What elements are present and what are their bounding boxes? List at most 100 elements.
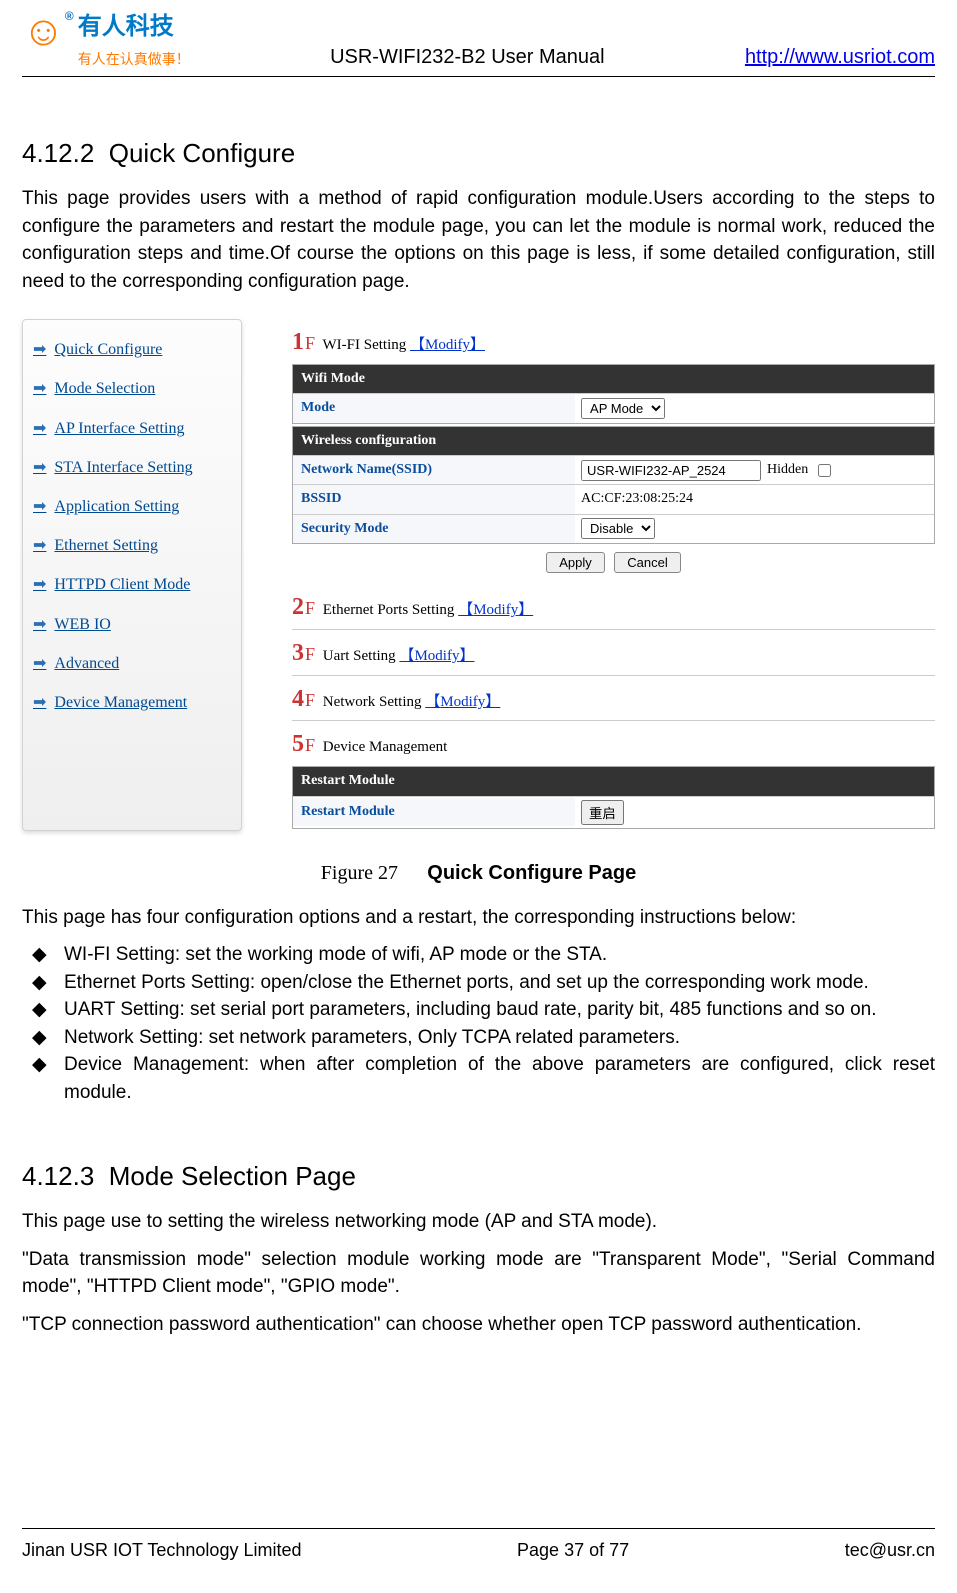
- step-title: Uart Setting: [323, 648, 396, 664]
- nav-label: Application Setting: [54, 495, 179, 518]
- block-title: Wireless configuration: [293, 427, 934, 455]
- footer-email: tec@usr.cn: [845, 1537, 935, 1563]
- bssid-value: AC:CF:23:08:25:24: [575, 486, 934, 512]
- step-title: Device Management: [323, 739, 448, 755]
- arrow-right-icon: ➡: [33, 377, 46, 400]
- step-number: 4: [292, 686, 304, 712]
- screenshot-quick-configure: ➡ Quick Configure ➡ Mode Selection ➡ AP Int…: [22, 319, 935, 830]
- bullet-list: WI-FI Setting: set the working mode of w…: [22, 941, 935, 1106]
- paragraph: "TCP connection password authentication"…: [22, 1311, 935, 1339]
- arrow-right-icon: ➡: [33, 613, 46, 636]
- section-number: 4.12.3: [22, 1161, 94, 1191]
- modify-link[interactable]: Modify: [458, 602, 533, 618]
- list-item: Network Setting: set network parameters,…: [22, 1024, 935, 1052]
- nav-label: Ethernet Setting: [54, 534, 158, 557]
- figure-label: Figure 27: [321, 862, 398, 884]
- list-item: Device Management: when after completion…: [22, 1051, 935, 1106]
- doc-title: USR-WIFI232-B2 User Manual: [190, 43, 745, 72]
- cancel-button[interactable]: Cancel: [614, 552, 680, 573]
- wifi-mode-block: Wifi Mode Mode AP Mode: [292, 364, 935, 424]
- webui-main: 1F WI-FI Setting Modify Wifi Mode Mode A…: [292, 319, 935, 830]
- section-heading-quick-configure: 4.12.2 Quick Configure: [22, 135, 935, 173]
- footer-company: Jinan USR IOT Technology Limited: [22, 1537, 301, 1563]
- nav-item-mode-selection[interactable]: ➡ Mode Selection: [31, 369, 233, 408]
- paragraph: This page provides users with a method o…: [22, 185, 935, 295]
- logo: ☺® 有人科技 有人在认真做事！: [22, 10, 190, 72]
- ssid-label: Network Name(SSID): [293, 456, 575, 484]
- nav-label: HTTPD Client Mode: [54, 573, 190, 596]
- figure-title: Quick Configure Page: [427, 862, 636, 884]
- logo-text-cn: 有人科技: [78, 13, 174, 40]
- logo-icon: ☺®: [22, 10, 74, 52]
- arrow-right-icon: ➡: [33, 456, 46, 479]
- block-title: Restart Module: [293, 767, 934, 795]
- step-number: 1: [292, 329, 304, 355]
- apply-cancel-row: Apply Cancel: [292, 546, 935, 584]
- section-title: Mode Selection Page: [109, 1161, 356, 1191]
- page-footer: Jinan USR IOT Technology Limited Page 37…: [22, 1528, 935, 1563]
- modify-link[interactable]: Modify: [410, 337, 485, 353]
- step5-header: 5F Device Management: [292, 727, 935, 762]
- bssid-label: BSSID: [293, 485, 575, 513]
- step-number: 5: [292, 731, 304, 757]
- nav-item-advanced[interactable]: ➡ Advanced: [31, 644, 233, 683]
- nav-item-application[interactable]: ➡ Application Setting: [31, 487, 233, 526]
- nav-item-sta-interface[interactable]: ➡ STA Interface Setting: [31, 448, 233, 487]
- hidden-label: Hidden: [767, 460, 808, 480]
- security-label: Security Mode: [293, 515, 575, 543]
- arrow-right-icon: ➡: [33, 534, 46, 557]
- arrow-right-icon: ➡: [33, 691, 46, 714]
- step-title: Ethernet Ports Setting: [323, 602, 455, 618]
- arrow-right-icon: ➡: [33, 573, 46, 596]
- block-title: Wifi Mode: [293, 365, 934, 393]
- step-title: Network Setting: [323, 694, 422, 710]
- nav-label: Advanced: [54, 652, 119, 675]
- arrow-right-icon: ➡: [33, 417, 46, 440]
- restart-button[interactable]: 重启: [581, 800, 624, 825]
- nav-item-web-io[interactable]: ➡WEB IO: [31, 605, 233, 644]
- list-item: WI-FI Setting: set the working mode of w…: [22, 941, 935, 969]
- section-number: 4.12.2: [22, 138, 94, 168]
- nav-item-ap-interface[interactable]: ➡ AP Interface Setting: [31, 409, 233, 448]
- page-header: ☺® 有人科技 有人在认真做事！ USR-WIFI232-B2 User Man…: [22, 10, 935, 77]
- arrow-right-icon: ➡: [33, 338, 46, 361]
- step-title: WI-FI Setting: [323, 337, 407, 353]
- doc-site-link[interactable]: http://www.usriot.com: [745, 43, 935, 72]
- apply-button[interactable]: Apply: [546, 552, 605, 573]
- figure-caption: Figure 27 Quick Configure Page: [22, 859, 935, 888]
- modify-link[interactable]: Modify: [399, 648, 474, 664]
- nav-label: Quick Configure: [54, 338, 162, 361]
- step1-header: 1F WI-FI Setting Modify: [292, 325, 935, 360]
- footer-page: Page 37 of 77: [517, 1537, 629, 1563]
- nav-label: STA Interface Setting: [54, 456, 192, 479]
- paragraph: This page has four configuration options…: [22, 904, 935, 932]
- list-item: UART Setting: set serial port parameters…: [22, 996, 935, 1024]
- nav-item-httpd-client[interactable]: ➡ HTTPD Client Mode: [31, 565, 233, 604]
- list-item: Ethernet Ports Setting: open/close the E…: [22, 969, 935, 997]
- nav-item-device-mgmt[interactable]: ➡ Device Management: [31, 683, 233, 722]
- hidden-checkbox[interactable]: [818, 464, 831, 477]
- logo-text-sub: 有人在认真做事！: [78, 51, 190, 67]
- modify-link[interactable]: Modify: [425, 694, 500, 710]
- ssid-input[interactable]: [581, 460, 761, 481]
- nav-label: Device Management: [54, 691, 187, 714]
- nav-item-ethernet[interactable]: ➡ Ethernet Setting: [31, 526, 233, 565]
- wireless-config-block: Wireless configuration Network Name(SSID…: [292, 426, 935, 544]
- restart-label: Restart Module: [293, 798, 575, 826]
- nav-label: AP Interface Setting: [54, 417, 184, 440]
- step-number: 2: [292, 594, 304, 620]
- paragraph: This page use to setting the wireless ne…: [22, 1208, 935, 1236]
- section-heading-mode-selection: 4.12.3 Mode Selection Page: [22, 1158, 935, 1196]
- arrow-right-icon: ➡: [33, 652, 46, 675]
- nav-label: Mode Selection: [54, 377, 155, 400]
- mode-label: Mode: [293, 394, 575, 422]
- arrow-right-icon: ➡: [33, 495, 46, 518]
- security-select[interactable]: Disable: [581, 518, 655, 539]
- mode-select[interactable]: AP Mode: [581, 398, 665, 419]
- nav-item-quick-configure[interactable]: ➡ Quick Configure: [31, 330, 233, 369]
- section-title: Quick Configure: [109, 138, 295, 168]
- paragraph: "Data transmission mode" selection modul…: [22, 1246, 935, 1301]
- restart-block: Restart Module Restart Module 重启: [292, 766, 935, 828]
- webui-sidebar: ➡ Quick Configure ➡ Mode Selection ➡ AP Int…: [22, 319, 242, 830]
- step2-header: 2F Ethernet Ports Setting Modify: [292, 590, 935, 625]
